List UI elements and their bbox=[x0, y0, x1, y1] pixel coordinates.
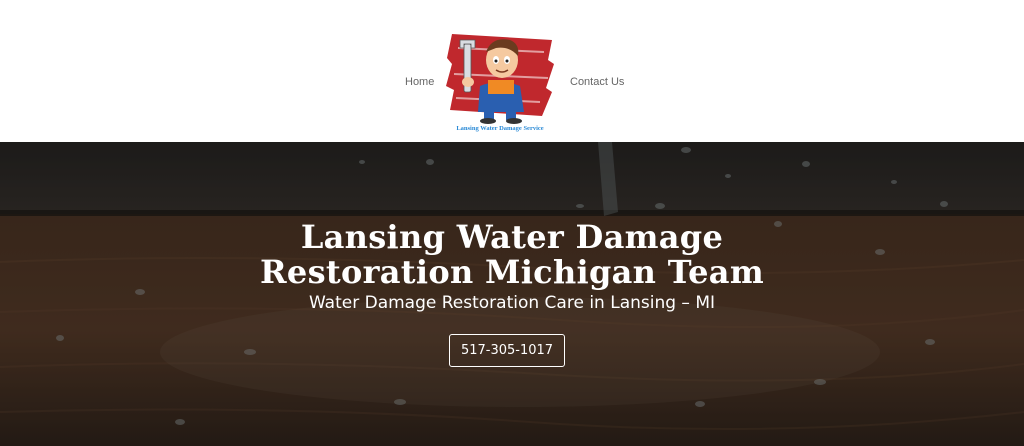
hero-title: Lansing Water Damage Restoration Michiga… bbox=[260, 218, 764, 291]
nav-contact-link[interactable]: Contact Us bbox=[570, 76, 624, 88]
logo-caption: Lansing Water Damage Service bbox=[456, 125, 544, 132]
nav-home-link[interactable]: Home bbox=[405, 76, 434, 88]
site-logo[interactable]: Lansing Water Damage Service bbox=[444, 30, 556, 138]
hero-section: Lansing Water Damage Restoration Michiga… bbox=[0, 142, 1024, 446]
site-header: Home Lansing Water Damage Service Contac… bbox=[0, 0, 1024, 142]
hero-subtitle: Water Damage Restoration Care in Lansing… bbox=[308, 293, 716, 313]
call-phone-button[interactable]: 517-305-1017 bbox=[449, 334, 565, 367]
plumber-mascot-icon bbox=[446, 34, 554, 124]
